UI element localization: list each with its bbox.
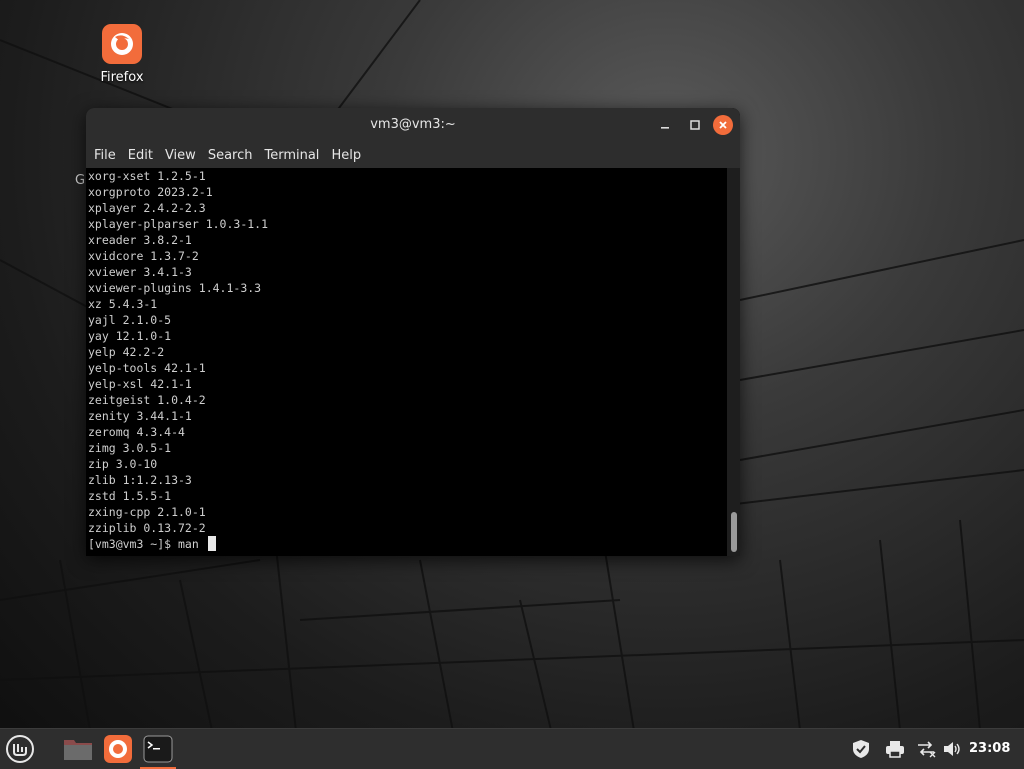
menu-terminal[interactable]: Terminal — [258, 148, 325, 163]
desktop-partial-label: G — [75, 173, 86, 188]
printer-icon — [886, 741, 904, 758]
terminal-scrollbar[interactable] — [727, 168, 740, 556]
terminal-line: yay 12.1.0-1 — [88, 329, 172, 343]
window-title: vm3@vm3:~ — [370, 117, 456, 132]
close-icon — [719, 121, 727, 129]
shield-icon — [853, 740, 869, 758]
terminal-line: zxing-cpp 2.1.0-1 — [88, 505, 206, 519]
menu-search[interactable]: Search — [202, 148, 259, 163]
minimize-icon — [661, 127, 669, 129]
terminal-line: xplayer 2.4.2-2.3 — [88, 201, 206, 215]
terminal-window[interactable]: vm3@vm3:~ File Edit View Search Terminal… — [86, 108, 740, 556]
terminal-line: zip 3.0-10 — [88, 457, 158, 471]
volume-tray[interactable] — [942, 739, 962, 759]
firefox-icon — [102, 24, 142, 64]
terminal-line: xreader 3.8.2-1 — [88, 233, 192, 247]
scrollbar-thumb[interactable] — [731, 512, 737, 552]
terminal-line: zimg 3.0.5-1 — [88, 441, 172, 455]
taskbar: 23:08 — [0, 728, 1024, 769]
update-manager-tray[interactable] — [851, 739, 871, 759]
close-button[interactable] — [713, 115, 733, 135]
terminal-line: zstd 1.5.5-1 — [88, 489, 172, 503]
terminal-line: xorg-xset 1.2.5-1 — [88, 169, 206, 183]
terminal-line: xplayer-plparser 1.0.3-1.1 — [88, 217, 269, 231]
desktop-firefox-shortcut[interactable]: Firefox — [92, 24, 152, 85]
terminal-line: yelp-xsl 42.1-1 — [88, 377, 192, 391]
terminal-line: xorgproto 2023.2-1 — [88, 185, 213, 199]
maximize-icon — [690, 120, 700, 130]
terminal-line: zeitgeist 1.0.4-2 — [88, 393, 206, 407]
window-titlebar[interactable]: vm3@vm3:~ — [86, 108, 740, 142]
terminal-line: zeromq 4.3.4-4 — [88, 425, 185, 439]
network-icon — [918, 741, 936, 758]
mint-menu-icon — [6, 735, 34, 763]
terminal-line: xviewer-plugins 1.4.1-3.3 — [88, 281, 262, 295]
terminal-prompt-line[interactable]: [vm3@vm3 ~]$ man — [88, 536, 729, 552]
terminal-line: yelp-tools 42.1-1 — [88, 361, 206, 375]
terminal-line: zziplib 0.13.72-2 — [88, 521, 206, 535]
firefox-launcher[interactable] — [102, 733, 134, 765]
start-menu-button[interactable] — [4, 733, 36, 765]
firefox-icon — [104, 735, 132, 763]
clock[interactable]: 23:08 — [969, 741, 1010, 756]
terminal-line: yelp 42.2-2 — [88, 345, 165, 359]
terminal-line: zenity 3.44.1-1 — [88, 409, 192, 423]
text-cursor — [207, 536, 216, 551]
files-icon — [64, 740, 92, 760]
menu-file[interactable]: File — [88, 148, 122, 163]
menu-edit[interactable]: Edit — [122, 148, 159, 163]
files-launcher[interactable] — [62, 733, 94, 765]
terminal-prompt: [vm3@vm3 ~]$ man — [88, 537, 206, 551]
terminal-line: zlib 1:1.2.13-3 — [88, 473, 192, 487]
printer-tray[interactable] — [885, 739, 905, 759]
menu-view[interactable]: View — [159, 148, 202, 163]
terminal-line: xz 5.4.3-1 — [88, 297, 158, 311]
terminal-line: yajl 2.1.0-5 — [88, 313, 172, 327]
menu-help[interactable]: Help — [325, 148, 367, 163]
volume-icon — [944, 742, 960, 756]
terminal-output[interactable]: xorg-xset 1.2.5-1 xorgproto 2023.2-1 xpl… — [86, 168, 729, 556]
minimize-button[interactable] — [656, 116, 674, 134]
terminal-launcher[interactable] — [140, 733, 176, 769]
maximize-button[interactable] — [686, 116, 704, 134]
terminal-icon — [143, 735, 173, 763]
desktop-icon-label: Firefox — [100, 70, 144, 85]
terminal-line: xvidcore 1.3.7-2 — [88, 249, 199, 263]
menu-bar: File Edit View Search Terminal Help — [86, 142, 740, 168]
network-tray[interactable] — [916, 739, 936, 759]
terminal-line: xviewer 3.4.1-3 — [88, 265, 192, 279]
